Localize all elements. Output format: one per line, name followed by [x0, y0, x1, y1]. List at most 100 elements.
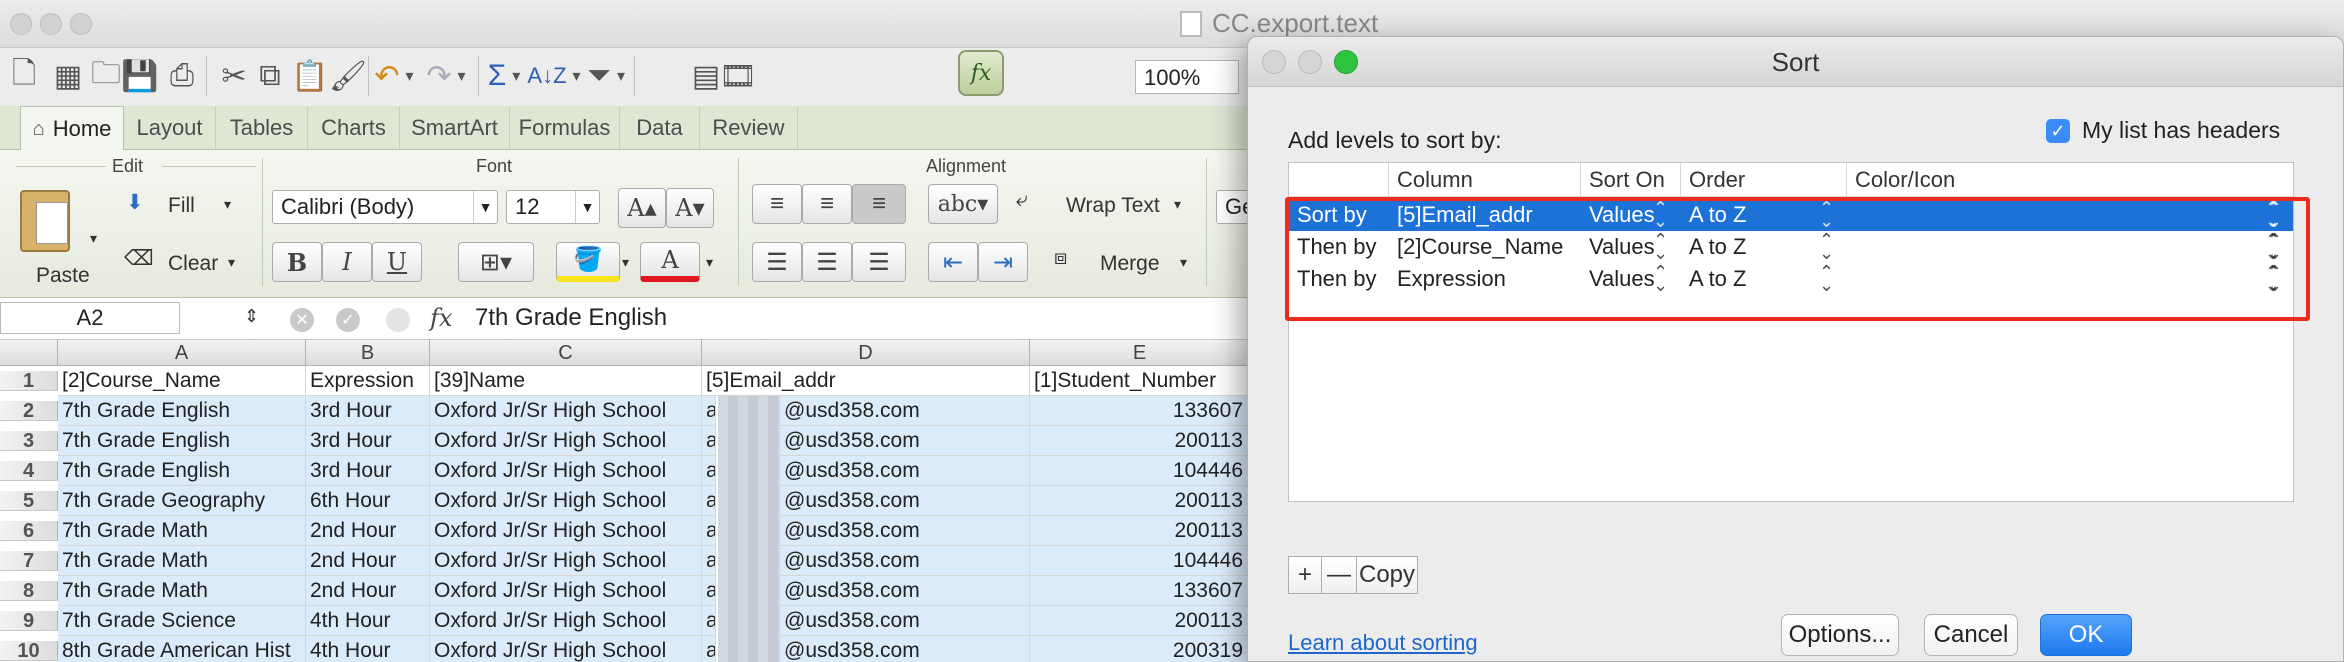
- updown-chevron-icon[interactable]: ⌃ ⌄: [2265, 231, 2280, 262]
- paste-dropdown-icon[interactable]: ▾: [90, 230, 97, 247]
- formula-circle-icon[interactable]: [386, 308, 410, 332]
- column-header[interactable]: C: [430, 340, 702, 366]
- sort-color-select[interactable]: [1847, 263, 1855, 295]
- font-name-combo[interactable]: Calibri (Body) ▼: [272, 190, 498, 224]
- table-cell[interactable]: @usd358.com: [780, 636, 1030, 662]
- table-cell[interactable]: 8th Grade American Hist: [58, 636, 306, 662]
- format-painter-icon[interactable]: 🖌: [326, 54, 370, 98]
- fill-color-dropdown-icon[interactable]: ▾: [622, 254, 629, 271]
- table-cell[interactable]: Oxford Jr/Sr High School: [430, 546, 702, 576]
- redo-icon[interactable]: ↷: [424, 54, 468, 98]
- align-top-button[interactable]: ≡: [752, 184, 802, 224]
- align-bottom-button[interactable]: ≡: [852, 184, 906, 224]
- learn-about-sorting-link[interactable]: Learn about sorting: [1288, 630, 1478, 656]
- sort-on-select[interactable]: Values: [1581, 231, 1655, 263]
- merge-button[interactable]: Merge: [1100, 252, 1160, 276]
- insert-function-icon[interactable]: fx: [430, 304, 452, 332]
- tab-formulas[interactable]: Formulas: [510, 106, 620, 150]
- updown-chevron-icon[interactable]: ⌃ ⌄: [1653, 263, 1668, 294]
- row-header[interactable]: 9: [0, 611, 58, 631]
- tab-charts[interactable]: Charts: [308, 106, 400, 150]
- spreadsheet-grid[interactable]: A B C D E 1 [2]Course_Name Expression [39]N…: [0, 340, 1250, 662]
- row-header[interactable]: 8: [0, 581, 58, 601]
- cancel-formula-icon[interactable]: ✕: [290, 308, 314, 332]
- tab-data[interactable]: Data: [620, 106, 700, 150]
- cancel-button[interactable]: Cancel: [1924, 614, 2018, 656]
- table-cell[interactable]: 200113: [1030, 516, 1250, 546]
- sort-on-select[interactable]: Values: [1581, 199, 1655, 231]
- row-header[interactable]: 10: [0, 641, 58, 661]
- table-cell[interactable]: @usd358.com: [780, 486, 1030, 516]
- tab-smartart[interactable]: SmartArt: [400, 106, 510, 150]
- font-color-dropdown-icon[interactable]: ▾: [706, 254, 713, 271]
- copy-icon[interactable]: ⧉: [248, 54, 292, 98]
- tab-review[interactable]: Review: [700, 106, 798, 150]
- table-cell[interactable]: 7th Grade Geography: [58, 486, 306, 516]
- sort-level-row[interactable]: Then by Expression ⌃ ⌄ Values ⌃ ⌄ A to Z ⌃ ⌄ ⌃ ⌄: [1289, 263, 2293, 295]
- table-cell[interactable]: 7th Grade Science: [58, 606, 306, 636]
- table-cell[interactable]: a: [702, 576, 716, 606]
- remove-level-button[interactable]: —: [1321, 556, 1357, 594]
- paste-button[interactable]: [20, 190, 70, 252]
- options-button[interactable]: Options...: [1781, 614, 1899, 656]
- increase-indent-button[interactable]: ⇥: [978, 242, 1028, 282]
- headers-checkbox[interactable]: ✓: [2046, 119, 2070, 143]
- updown-chevron-icon[interactable]: ⌃ ⌄: [2265, 263, 2280, 294]
- decrease-font-size-button[interactable]: A▾: [666, 188, 714, 228]
- merge-dropdown-icon[interactable]: ▾: [1180, 254, 1187, 271]
- table-cell[interactable]: a: [702, 486, 716, 516]
- row-header[interactable]: 5: [0, 491, 58, 511]
- table-cell[interactable]: 4th Hour: [306, 606, 430, 636]
- borders-button[interactable]: ⊞▾: [458, 242, 534, 282]
- table-cell[interactable]: @usd358.com: [780, 426, 1030, 456]
- row-header[interactable]: 2: [0, 401, 58, 421]
- media-browser-icon[interactable]: 🎞: [716, 54, 760, 98]
- table-cell[interactable]: a: [702, 396, 716, 426]
- row-header[interactable]: 1: [0, 371, 58, 391]
- table-cell[interactable]: Oxford Jr/Sr High School: [430, 426, 702, 456]
- fill-dropdown-icon[interactable]: ▾: [224, 196, 231, 213]
- decrease-indent-button[interactable]: ⇤: [928, 242, 978, 282]
- save-icon[interactable]: 💾: [118, 54, 162, 98]
- column-header[interactable]: E: [1030, 340, 1250, 366]
- sort-color-select[interactable]: [1847, 231, 1855, 263]
- header-cell[interactable]: [39]Name: [430, 366, 702, 396]
- clear-dropdown-icon[interactable]: ▾: [228, 254, 235, 271]
- table-cell[interactable]: 104446: [1030, 456, 1250, 486]
- name-box[interactable]: A2: [0, 302, 180, 334]
- headers-checkbox-label[interactable]: My list has headers: [2082, 117, 2280, 144]
- select-all-corner[interactable]: [0, 340, 58, 366]
- filter-icon[interactable]: ⏷: [584, 54, 628, 98]
- tab-home[interactable]: ⌂ Home: [20, 106, 124, 151]
- table-cell[interactable]: @usd358.com: [780, 606, 1030, 636]
- sort-level-row[interactable]: Sort by [5]Email_addr ⌃ ⌄ Values ⌃ ⌄ A to Z ⌃ ⌄ ⌃ ⌄: [1289, 199, 2293, 231]
- clear-button[interactable]: Clear: [168, 252, 218, 276]
- updown-chevron-icon[interactable]: ⌃ ⌄: [2265, 199, 2280, 230]
- copy-level-button[interactable]: Copy: [1356, 556, 1418, 594]
- sort-on-select[interactable]: Values: [1581, 263, 1655, 295]
- table-cell[interactable]: a: [702, 516, 716, 546]
- column-header[interactable]: B: [306, 340, 430, 366]
- sort-column-select[interactable]: Expression: [1389, 263, 1506, 295]
- updown-chevron-icon[interactable]: ⌃ ⌄: [1819, 231, 1834, 262]
- row-header[interactable]: 4: [0, 461, 58, 481]
- add-level-button[interactable]: +: [1288, 556, 1322, 594]
- orientation-button[interactable]: abc ▾: [928, 184, 998, 224]
- bold-button[interactable]: B: [272, 242, 322, 282]
- table-cell[interactable]: 7th Grade Math: [58, 546, 306, 576]
- close-window-button[interactable]: [10, 13, 32, 35]
- align-middle-button[interactable]: ≡: [802, 184, 852, 224]
- zoom-window-button[interactable]: [70, 13, 92, 35]
- table-cell[interactable]: 7th Grade English: [58, 456, 306, 486]
- autosum-icon[interactable]: Σ: [482, 54, 526, 98]
- formula-value[interactable]: 7th Grade English: [475, 304, 667, 332]
- table-cell[interactable]: 200319: [1030, 636, 1250, 662]
- table-cell[interactable]: 7th Grade Math: [58, 576, 306, 606]
- sort-color-select[interactable]: [1847, 199, 1855, 231]
- table-cell[interactable]: @usd358.com: [780, 546, 1030, 576]
- table-cell[interactable]: a: [702, 426, 716, 456]
- accept-formula-icon[interactable]: ✓: [336, 308, 360, 332]
- header-cell[interactable]: [1]Student_Number: [1030, 366, 1250, 396]
- fill-button[interactable]: Fill: [168, 194, 195, 218]
- table-cell[interactable]: a: [702, 636, 716, 662]
